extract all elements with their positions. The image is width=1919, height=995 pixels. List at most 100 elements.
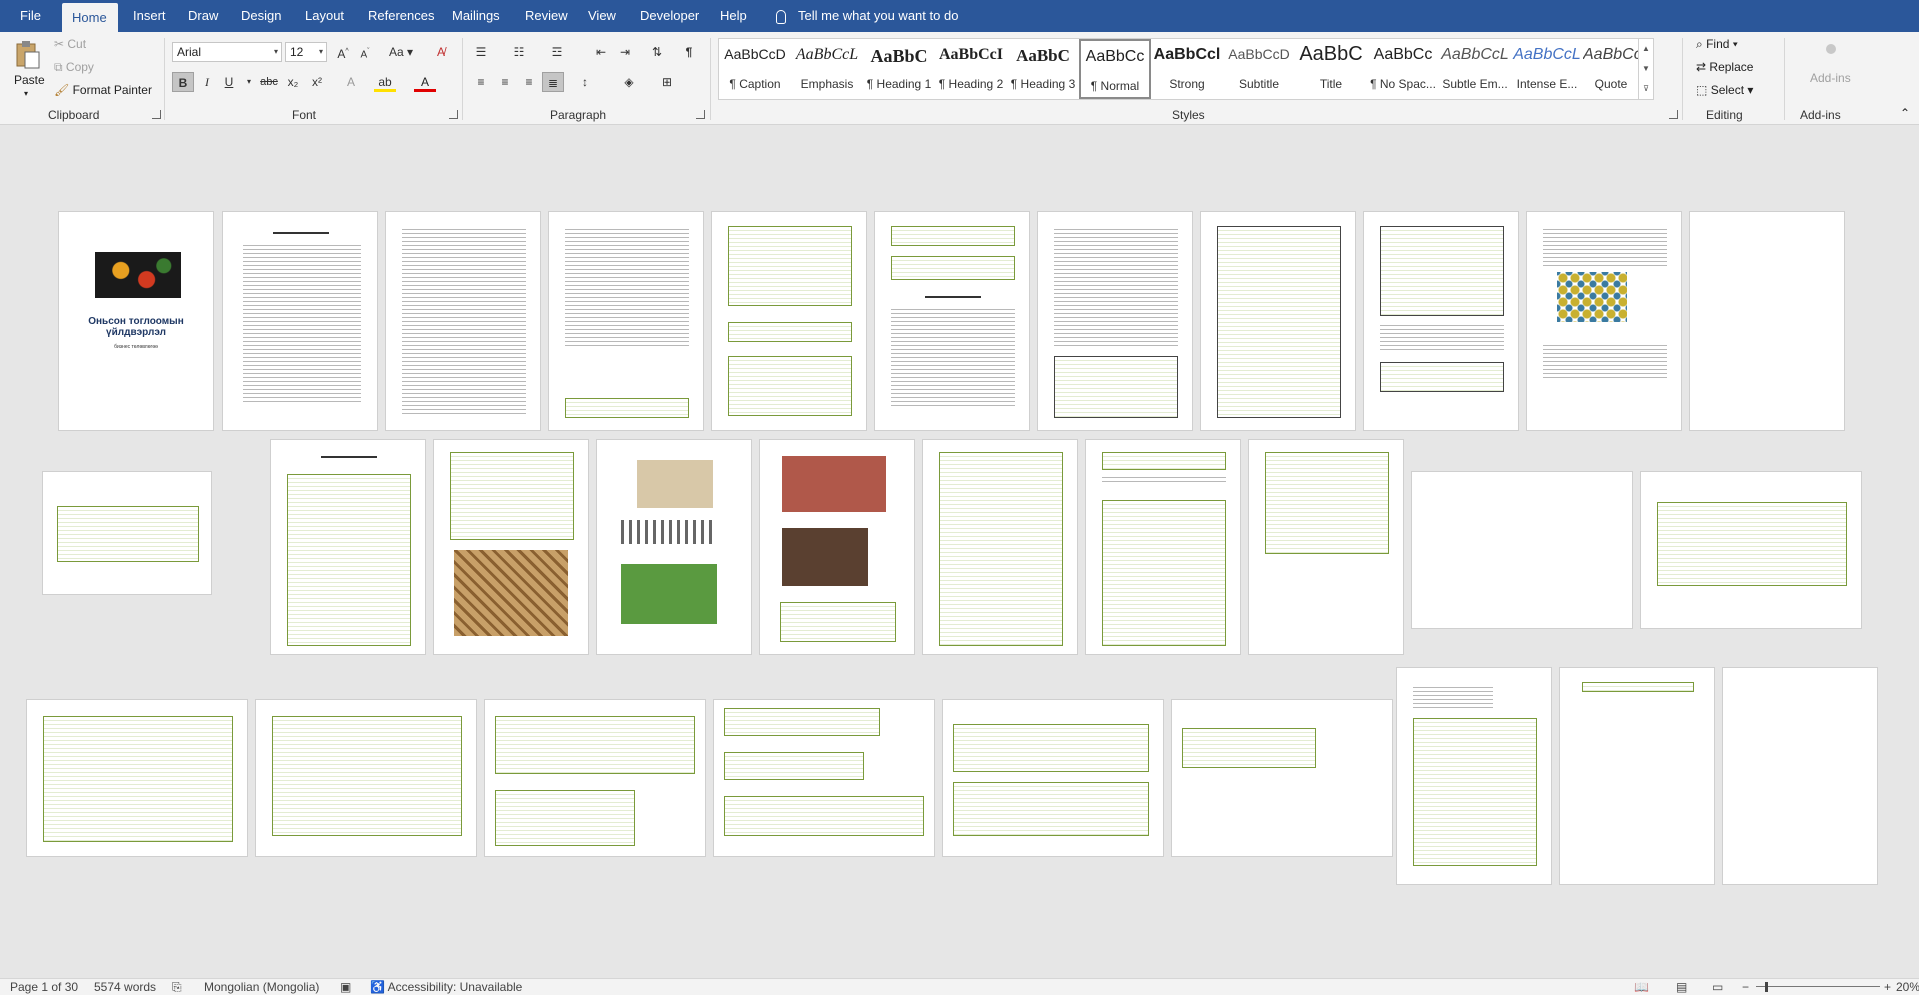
clear-formatting-icon[interactable]: A̸	[430, 42, 452, 62]
page-9[interactable]	[1363, 211, 1519, 431]
select-button[interactable]: ⬚ Select ▾	[1696, 83, 1753, 97]
tab-insert[interactable]: Insert	[123, 0, 176, 32]
style-no-spacing[interactable]: AaBbCc ¶ No Spac...	[1367, 39, 1439, 99]
tab-file[interactable]: File	[10, 0, 51, 32]
styles-scroll[interactable]: ▲ ▼ ⊽	[1638, 39, 1653, 99]
tab-design[interactable]: Design	[231, 0, 291, 32]
more-styles-icon[interactable]: ⊽	[1639, 79, 1653, 99]
page-4[interactable]	[548, 211, 704, 431]
style-emphasis[interactable]: AaBbCcL Emphasis	[791, 39, 863, 99]
tab-draw[interactable]: Draw	[178, 0, 228, 32]
decrease-indent-icon[interactable]: ⇤	[590, 42, 612, 62]
page-11[interactable]	[1689, 211, 1845, 431]
add-ins-button[interactable]: Add-ins	[1810, 71, 1851, 85]
line-spacing-icon[interactable]: ↕	[574, 72, 596, 92]
align-left-icon[interactable]: ≡	[470, 72, 492, 92]
styles-launcher-icon[interactable]	[1669, 110, 1678, 119]
page-23[interactable]	[255, 699, 477, 857]
increase-indent-icon[interactable]: ⇥	[614, 42, 636, 62]
page-14[interactable]	[433, 439, 589, 655]
zoom-level[interactable]: 20%	[1896, 979, 1919, 995]
page-20[interactable]	[1411, 471, 1633, 629]
proofing-icon[interactable]: ⎘	[172, 979, 182, 995]
tab-review[interactable]: Review	[515, 0, 578, 32]
highlight-color-icon[interactable]: ab	[374, 72, 396, 92]
page-3[interactable]	[385, 211, 541, 431]
print-layout-icon[interactable]: ▤	[1676, 979, 1687, 995]
style-intense-emphasis[interactable]: AaBbCcL Intense E...	[1511, 39, 1583, 99]
font-launcher-icon[interactable]	[449, 110, 458, 119]
zoom-slider-thumb[interactable]	[1765, 982, 1768, 992]
text-effects-icon[interactable]: A	[340, 72, 362, 92]
zoom-out-icon[interactable]: −	[1742, 979, 1749, 995]
copy-button[interactable]: ⧉ Copy	[54, 60, 94, 75]
cut-button[interactable]: ✂ Cut	[54, 37, 86, 51]
borders-icon[interactable]: ⊞	[656, 72, 678, 92]
page-6[interactable]	[874, 211, 1030, 431]
page-2[interactable]	[222, 211, 378, 431]
paste-icon[interactable]	[14, 40, 40, 70]
subscript-button[interactable]: x₂	[282, 72, 304, 92]
align-right-icon[interactable]: ≡	[518, 72, 540, 92]
page-1[interactable]: Оньсон тоглоомын үйлдвэрлэл бизнес төлөвл…	[58, 211, 214, 431]
page-5[interactable]	[711, 211, 867, 431]
format-painter-button[interactable]: 🖌 Format Painter	[54, 83, 152, 97]
page-count[interactable]: Page 1 of 30	[10, 979, 78, 995]
chevron-down-icon[interactable]: ▼	[1639, 59, 1653, 79]
page-16[interactable]	[759, 439, 915, 655]
read-mode-icon[interactable]: 📖	[1634, 979, 1649, 995]
style-heading-2[interactable]: AaBbCcI ¶ Heading 2	[935, 39, 1007, 99]
page-8[interactable]	[1200, 211, 1356, 431]
style-heading-3[interactable]: AaBbC ¶ Heading 3	[1007, 39, 1079, 99]
style-normal[interactable]: AaBbCc ¶ Normal	[1079, 39, 1151, 99]
add-ins-icon[interactable]	[1826, 44, 1836, 54]
page-10[interactable]	[1526, 211, 1682, 431]
accessibility-status[interactable]: ♿ Accessibility: Unavailable	[370, 979, 522, 995]
language-indicator[interactable]: Mongolian (Mongolia)	[204, 979, 319, 995]
tab-mailings[interactable]: Mailings	[442, 0, 510, 32]
strikethrough-button[interactable]: abc	[258, 72, 280, 92]
font-size-combo[interactable]: 12 ▾	[285, 42, 327, 62]
style-strong[interactable]: AaBbCcl Strong	[1151, 39, 1223, 99]
shading-icon[interactable]: ◈	[618, 72, 640, 92]
page-28[interactable]	[1396, 667, 1552, 885]
page-12[interactable]	[42, 471, 212, 595]
tab-help[interactable]: Help	[710, 0, 757, 32]
page-26[interactable]	[942, 699, 1164, 857]
tab-developer[interactable]: Developer	[630, 0, 709, 32]
style-caption[interactable]: AaBbCcD ¶ Caption	[719, 39, 791, 99]
bold-button[interactable]: B	[172, 72, 194, 92]
tab-references[interactable]: References	[358, 0, 444, 32]
page-25[interactable]	[713, 699, 935, 857]
change-case-icon[interactable]: Aa ▾	[386, 42, 416, 62]
paste-button[interactable]: Paste	[14, 73, 45, 87]
page-19[interactable]	[1248, 439, 1404, 655]
page-22[interactable]	[26, 699, 248, 857]
word-count[interactable]: 5574 words	[94, 979, 156, 995]
shrink-font-icon[interactable]: Aˇ	[354, 42, 376, 62]
clipboard-launcher-icon[interactable]	[152, 110, 161, 119]
style-title[interactable]: AaBbC Title	[1295, 39, 1367, 99]
tab-view[interactable]: View	[578, 0, 626, 32]
style-heading-1[interactable]: AaBbC ¶ Heading 1	[863, 39, 935, 99]
font-color-icon[interactable]: A	[414, 72, 436, 92]
justify-icon[interactable]: ≣	[542, 72, 564, 92]
bullets-icon[interactable]: ☰	[470, 42, 492, 62]
underline-dropdown-icon[interactable]: ▾	[238, 72, 260, 92]
page-18[interactable]	[1085, 439, 1241, 655]
page-29[interactable]	[1559, 667, 1715, 885]
macro-icon[interactable]: ▣	[340, 979, 351, 995]
page-27[interactable]	[1171, 699, 1393, 857]
numbering-icon[interactable]: ☷	[508, 42, 530, 62]
tell-me-search[interactable]: Tell me what you want to do	[776, 0, 958, 32]
align-center-icon[interactable]: ≡	[494, 72, 516, 92]
font-name-combo[interactable]: Arial ▾	[172, 42, 282, 62]
page-15[interactable]	[596, 439, 752, 655]
italic-button[interactable]: I	[196, 72, 218, 92]
multilevel-list-icon[interactable]: ☲	[546, 42, 568, 62]
document-canvas[interactable]: Оньсон тоглоомын үйлдвэрлэл бизнес төлөвл…	[0, 125, 1919, 978]
page-30[interactable]	[1722, 667, 1878, 885]
chevron-up-icon[interactable]: ▲	[1639, 39, 1653, 59]
show-formatting-button[interactable]: ¶	[678, 42, 700, 62]
page-7[interactable]	[1037, 211, 1193, 431]
